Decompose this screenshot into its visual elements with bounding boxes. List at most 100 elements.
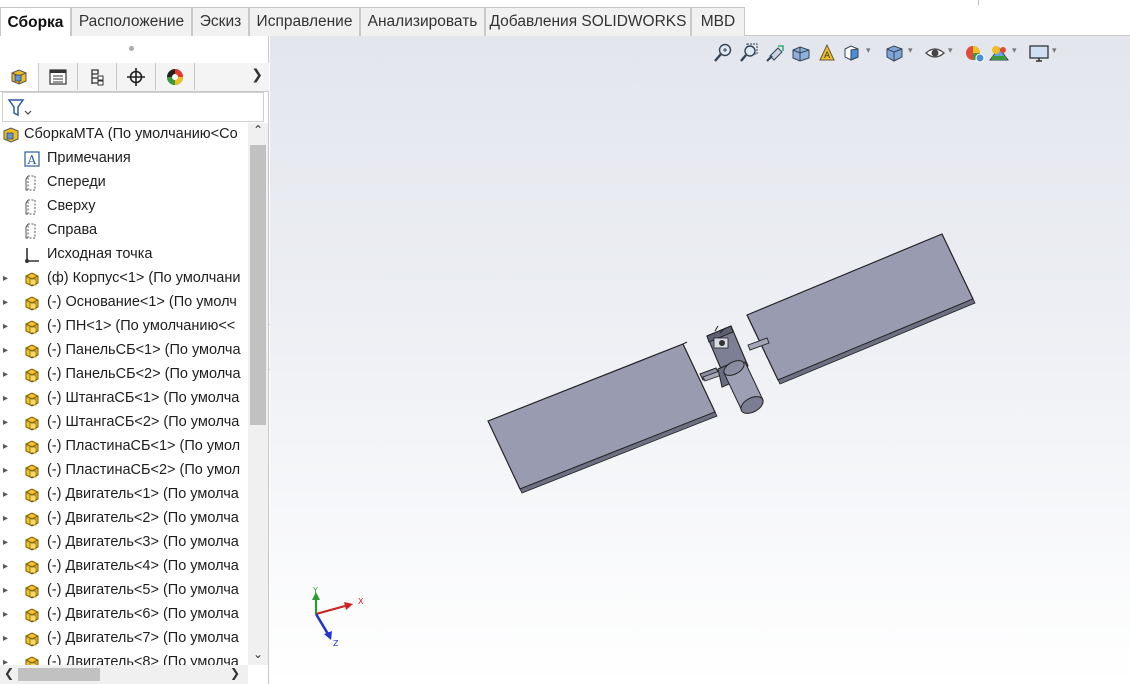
satellite-model[interactable] [270,36,1130,684]
tree-item[interactable]: ▸ (-) ШтангаСБ<2> (По умолча [0,411,248,435]
scroll-left-icon[interactable]: ❮ [4,666,14,680]
tree-item-label: (-) ПанельСБ<1> (По умолча [47,342,241,358]
triad-z-axis [314,613,330,635]
tree-item[interactable]: Сверху [0,195,248,219]
solar-panel-right[interactable] [746,233,976,385]
scroll-right-icon[interactable]: ❯ [230,666,240,680]
expand-arrow-icon[interactable]: ▸ [3,537,13,548]
tree-item[interactable]: ▸ (-) Двигатель<4> (По умолча [0,555,248,579]
plane-icon [25,223,36,239]
tree-item-label: (-) Двигатель<1> (По умолча [47,486,239,502]
tree-vertical-scrollbar[interactable]: ⌃ ⌄ [248,123,268,665]
tree-item[interactable]: ▸ (-) Двигатель<5> (По умолча [0,579,248,603]
tree-item[interactable]: ▸ (-) ПанельСБ<1> (По умолча [0,339,248,363]
tree-item[interactable]: ▸ (-) Двигатель<3> (По умолча [0,531,248,555]
scroll-down-icon[interactable]: ⌄ [248,647,268,665]
dimxpert-icon [127,67,145,86]
part-icon [25,416,39,431]
tree-item[interactable]: ▸ (-) Двигатель<6> (По умолча [0,603,248,627]
tab-layout[interactable]: Расположение [71,7,192,36]
triad-y-label: Y [312,586,318,595]
tree-item-label: (-) Двигатель<5> (По умолча [47,582,239,598]
expand-arrow-icon[interactable]: ▸ [3,609,13,620]
chevron-right-icon[interactable]: ❯ [251,67,263,83]
display-manager-icon [167,68,183,85]
tree-item[interactable]: ▸ (-) Основание<1> (По умолч [0,291,248,315]
expand-arrow-icon[interactable]: ▸ [3,345,13,356]
tab-solidworks-addins[interactable]: Добавления SOLIDWORKS [485,7,691,36]
part-icon [25,344,39,359]
part-icon [25,488,39,503]
tree-item-label: (-) ПН<1> (По умолчанию<< [47,318,236,334]
tree-root-assembly[interactable]: СборкаМТА (По умолчанию<Со [0,123,248,147]
annotations-icon: A [24,151,40,167]
tree-item[interactable]: ▸ (-) Двигатель<1> (По умолча [0,483,248,507]
ribbon-divider [978,0,979,5]
scroll-thumb[interactable] [250,145,266,425]
tree-item-label: (-) Основание<1> (По умолч [47,294,237,310]
tab-analyze[interactable]: Анализировать [360,7,485,36]
dimxpert-manager-tab[interactable] [117,63,156,90]
tree-item[interactable]: ▸ (-) ПластинаСБ<1> (По умол [0,435,248,459]
plane-icon [25,199,36,215]
expand-arrow-icon[interactable]: ▸ [3,273,13,284]
origin-icon [25,248,39,263]
tree-item-label: (-) Двигатель<4> (По умолча [47,558,239,574]
panel-grip[interactable] [129,46,134,51]
tree-item[interactable]: ▸ (-) ПластинаСБ<2> (По умол [0,459,248,483]
part-icon [25,536,39,551]
tab-evaluate[interactable]: Исправление [249,7,360,36]
expand-arrow-icon[interactable]: ▸ [3,633,13,644]
tree-item[interactable]: ▸ (-) Двигатель<8> (По умолча [0,651,248,665]
property-manager-icon [49,68,67,85]
plane-icon [25,175,36,191]
tree-item[interactable]: A Примечания [0,147,248,171]
tree-item[interactable]: Справа [0,219,248,243]
configuration-manager-icon [91,68,104,85]
expand-arrow-icon[interactable]: ▸ [3,585,13,596]
tree-filter[interactable] [2,92,264,122]
tree-item[interactable]: ▸ (-) ШтангаСБ<1> (По умолча [0,387,248,411]
tree-item[interactable]: Исходная точка [0,243,248,267]
tree-item[interactable]: ▸ (-) ПН<1> (По умолчанию<< [0,315,248,339]
engine-cylinder[interactable] [721,358,765,417]
expand-arrow-icon[interactable]: ▸ [3,441,13,452]
expand-arrow-icon[interactable]: ▸ [3,393,13,404]
expand-arrow-icon[interactable]: ▸ [3,561,13,572]
feature-manager-tab[interactable] [0,63,39,91]
triad-x-axis [315,604,346,616]
expand-arrow-icon[interactable]: ▸ [3,657,13,665]
configuration-manager-tab[interactable] [78,63,117,90]
expand-arrow-icon[interactable]: ▸ [3,321,13,332]
tab-assembly[interactable]: Сборка [0,7,71,37]
tree-item[interactable]: ▸ (ф) Корпус<1> (По умолчани [0,267,248,291]
expand-arrow-icon[interactable]: ▸ [3,465,13,476]
tab-sketch[interactable]: Эскиз [192,7,249,36]
property-manager-tab[interactable] [39,63,78,90]
part-icon [25,632,39,647]
tree-item[interactable]: ▸ (-) Двигатель<2> (По умолча [0,507,248,531]
part-icon [25,296,39,311]
expand-arrow-icon[interactable]: ▸ [3,297,13,308]
tree-root-label: СборкаМТА (По умолчанию<Со [24,126,238,142]
part-icon [25,584,39,599]
tab-mbd[interactable]: MBD [691,7,745,36]
solar-panel-left[interactable] [487,341,718,494]
expand-arrow-icon[interactable]: ▸ [3,489,13,500]
scroll-up-icon[interactable]: ⌃ [248,123,268,141]
part-icon [25,440,39,455]
tree-horizontal-scrollbar[interactable]: ❮ ❯ [0,665,248,684]
tree-item-label: (-) Двигатель<6> (По умолча [47,606,239,622]
part-icon [25,392,39,407]
feature-tree: СборкаМТА (По умолчанию<Со A Примечания Сп… [0,123,248,665]
expand-arrow-icon[interactable]: ▸ [3,369,13,380]
display-manager-tab[interactable] [156,63,195,90]
expand-arrow-icon[interactable]: ▸ [3,513,13,524]
scroll-thumb-horizontal[interactable] [18,668,100,681]
tree-item[interactable]: ▸ (-) ПанельСБ<2> (По умолча [0,363,248,387]
tree-item[interactable]: Спереди [0,171,248,195]
tree-item[interactable]: ▸ (-) Двигатель<7> (По умолча [0,627,248,651]
graphics-area[interactable]: A ▾ ▾ ▾ ▾ ▾ Y X Z [270,36,1130,684]
expand-arrow-icon[interactable]: ▸ [3,417,13,428]
tree-item-label: (-) ПластинаСБ<1> (По умол [47,438,241,454]
